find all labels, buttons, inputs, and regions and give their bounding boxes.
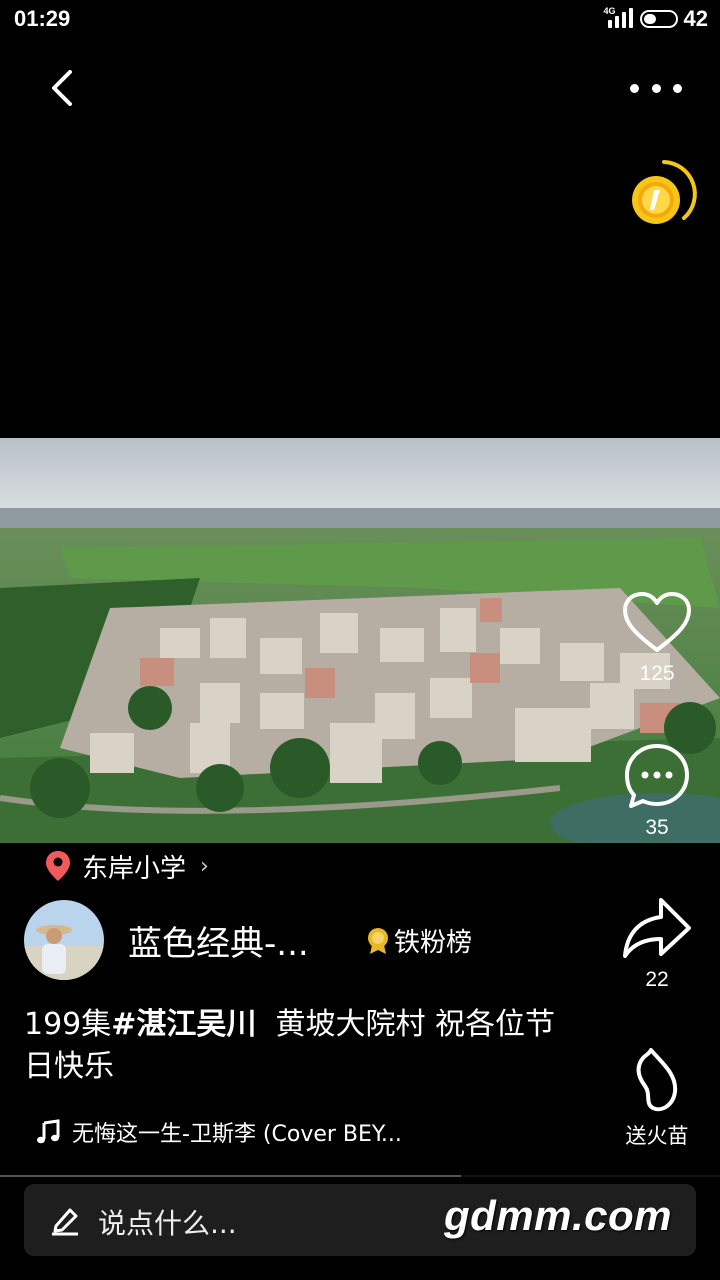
send-flame-button[interactable]: 送火苗 (612, 1046, 702, 1150)
fan-ranking-badge[interactable]: 铁粉榜 (366, 922, 472, 959)
watermark-text: gdmm.com (443, 1192, 672, 1239)
comment-input-bar[interactable]: 说点什么... gdmm.com (24, 1184, 696, 1256)
battery-level: 42 (683, 6, 708, 31)
music-note-icon (37, 1119, 60, 1144)
caption-episode: 199集 (24, 1007, 112, 1042)
music-info[interactable]: 无悔这一生-卫斯李 (Cover BEY... (36, 1116, 402, 1148)
gold-coin-icon (632, 160, 697, 224)
caption-hashtag[interactable]: #湛江吴川 (111, 1007, 256, 1042)
comment-count: 35 (645, 816, 669, 839)
location-pin-icon (46, 851, 70, 881)
status-time: 01:29 (14, 6, 71, 31)
like-count: 125 (639, 662, 675, 685)
share-button[interactable]: 22 (612, 894, 702, 992)
signal-icon: 4G (603, 6, 634, 30)
more-button[interactable] (626, 68, 686, 108)
avatar-image (24, 900, 104, 980)
chevron-left-icon (52, 70, 72, 106)
comment-placeholder: 说点什么... (98, 1207, 237, 1240)
location-name: 东岸小学 (82, 853, 187, 884)
author-name[interactable]: 蓝色经典-... (128, 916, 348, 965)
playback-progress-fill (0, 1175, 461, 1177)
heart-icon (623, 592, 691, 652)
share-count: 22 (645, 968, 669, 991)
chevron-right-icon: › (200, 853, 209, 879)
playback-progress[interactable] (0, 1175, 720, 1177)
more-dot (630, 83, 639, 93)
comment-bubble-icon (625, 744, 689, 808)
music-title: 无悔这一生-卫斯李 (Cover BEY... (72, 1122, 402, 1147)
share-arrow-icon (623, 898, 691, 958)
status-bar: 01:29 4G 42 (0, 0, 720, 40)
send-flame-label: 送火苗 (625, 1125, 689, 1148)
status-right: 4G 42 (604, 6, 708, 32)
back-button[interactable] (40, 64, 88, 112)
coin-reward-button[interactable] (624, 156, 700, 232)
comment-button[interactable]: 35 (612, 742, 702, 840)
fan-ranking-label: 铁粉榜 (394, 928, 473, 958)
like-button[interactable]: 125 (612, 590, 702, 686)
flame-icon (636, 1048, 678, 1112)
medal-icon (368, 927, 388, 954)
more-dot (651, 83, 661, 93)
pencil-icon (52, 1208, 78, 1236)
post-caption: 199集#湛江吴川 黄坡大院村 祝各位节日快乐 (24, 1004, 564, 1088)
location-tag[interactable]: 东岸小学 › (46, 848, 209, 884)
battery-icon (639, 10, 678, 28)
more-dot (673, 83, 682, 93)
network-type: 4G (603, 6, 616, 16)
author-avatar[interactable] (24, 900, 104, 980)
battery-fill (643, 14, 657, 24)
